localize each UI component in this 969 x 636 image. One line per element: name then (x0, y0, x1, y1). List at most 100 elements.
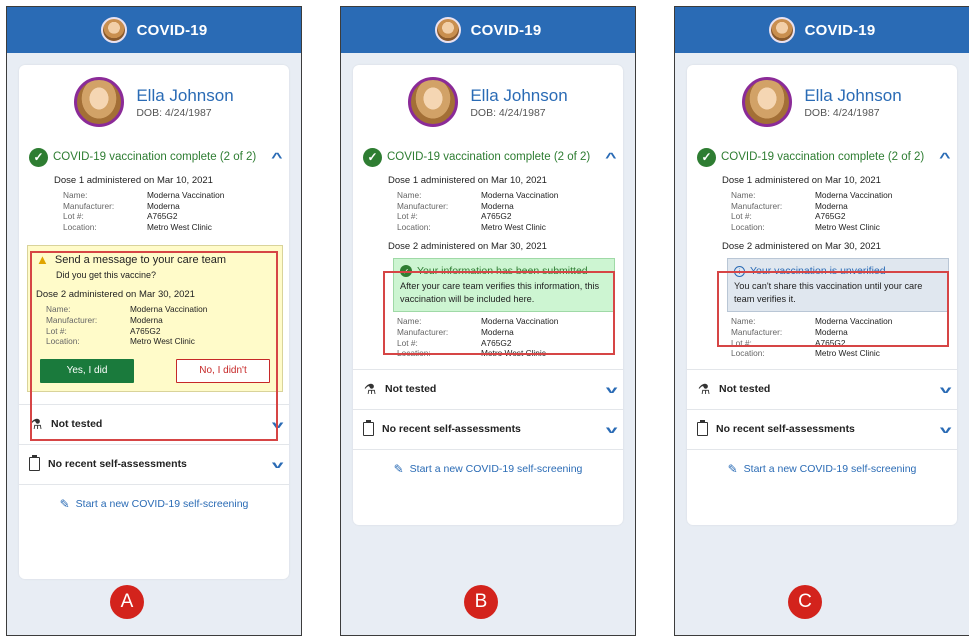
chevron-up-icon[interactable]: ^ (272, 150, 283, 165)
chevron-down-icon[interactable]: v (606, 383, 618, 395)
patient-dob: DOB: 4/24/1987 (136, 106, 212, 119)
vaccination-status: COVID-19 vaccination complete (2 of 2) (53, 151, 257, 163)
field-label: Lot #: (397, 211, 418, 222)
field-label: Name: (63, 190, 88, 200)
field-label: Lot #: (63, 211, 84, 222)
field-label: Name: (731, 190, 756, 200)
patient-name: Ella Johnson (470, 85, 568, 105)
patient-name: Ella Johnson (136, 85, 234, 105)
highlight-frame (717, 271, 949, 347)
vaccination-header[interactable]: ✓ COVID-19 vaccination complete (2 of 2)… (353, 129, 623, 169)
field-value: Moderna Vaccination (481, 190, 559, 200)
dose1-title: Dose 1 administered on Mar 10, 2021 (722, 175, 881, 186)
dose1-details: Name: Moderna Vaccination Manufacturer: Mo… (687, 190, 957, 232)
self-assessment-row[interactable]: No recent self-assessments v (19, 443, 289, 484)
self-assessment-row[interactable]: No recent self-assessments v (353, 408, 623, 449)
chevron-down-icon[interactable]: v (606, 423, 618, 435)
self-screening-label: Start a new COVID-19 self-screening (743, 463, 917, 476)
clipboard-icon (697, 420, 708, 437)
chevron-up-icon[interactable]: ^ (940, 150, 951, 165)
field-label: Location: (63, 221, 97, 232)
app-title: COVID-19 (804, 21, 876, 39)
not-tested-row[interactable]: ⚗ Not tested v (353, 368, 623, 409)
not-tested-label: Not tested (719, 383, 771, 396)
dose2-title: Dose 2 administered on Mar 30, 2021 (388, 241, 547, 253)
field-label: Lot #: (731, 211, 752, 222)
app-header: COVID-19 (341, 7, 635, 53)
dose1-title: Dose 1 administered on Mar 10, 2021 (388, 175, 547, 186)
header-avatar[interactable] (434, 17, 461, 43)
field-value: Moderna (481, 200, 514, 211)
field-value: Metro West Clinic (815, 221, 880, 232)
field-value: Metro West Clinic (815, 348, 880, 359)
panel-badge: A (110, 585, 144, 619)
clipboard-icon (29, 455, 40, 472)
check-circle-icon: ✓ (29, 147, 48, 167)
flask-icon: ⚗ (363, 380, 377, 397)
field-value: A765G2 (481, 211, 512, 222)
self-assessment-label: No recent self-assessments (716, 423, 855, 436)
profile: Ella Johnson DOB: 4/24/1987 (19, 65, 289, 129)
chevron-up-icon[interactable]: ^ (606, 150, 617, 165)
not-tested-row[interactable]: ⚗ Not tested v (687, 368, 957, 409)
clipboard-icon (363, 420, 374, 437)
dose2-title: Dose 2 administered on Mar 30, 2021 (722, 241, 881, 253)
field-label: Location: (731, 348, 765, 359)
highlight-frame (30, 251, 278, 441)
self-assessment-row[interactable]: No recent self-assessments v (687, 408, 957, 449)
patient-dob: DOB: 4/24/1987 (470, 106, 546, 119)
field-label: Manufacturer: (397, 200, 449, 211)
app-header: COVID-19 (7, 7, 301, 53)
chevron-down-icon[interactable]: v (940, 383, 952, 395)
vaccination-header[interactable]: ✓ COVID-19 vaccination complete (2 of 2)… (19, 129, 289, 169)
dose1-details: Name: Moderna Vaccination Manufacturer: Mo… (19, 190, 289, 232)
self-assessment-label: No recent self-assessments (48, 458, 187, 471)
check-circle-icon: ✓ (363, 147, 382, 167)
avatar (74, 77, 125, 127)
dose1-details: Name: Moderna Vaccination Manufacturer: Mo… (353, 190, 623, 232)
field-label: Name: (397, 190, 422, 200)
chevron-down-icon[interactable]: v (272, 458, 284, 470)
app-title: COVID-19 (470, 21, 542, 39)
field-value: Moderna Vaccination (147, 190, 225, 200)
field-value: Metro West Clinic (481, 221, 546, 232)
field-value: A765G2 (147, 211, 178, 222)
app-header: COVID-19 (675, 7, 969, 53)
avatar (408, 77, 459, 127)
not-tested-label: Not tested (385, 383, 437, 396)
edit-form-icon: ✎ (59, 497, 70, 512)
field-value: A765G2 (815, 211, 846, 222)
field-value: Moderna (147, 200, 180, 211)
dose1-title: Dose 1 administered on Mar 10, 2021 (54, 175, 213, 186)
avatar (742, 77, 793, 127)
self-screening-link[interactable]: ✎ Start a new COVID-19 self-screening (353, 448, 623, 489)
field-label: Location: (397, 221, 431, 232)
field-value: Metro West Clinic (147, 221, 212, 232)
panel-badge: C (788, 585, 822, 619)
profile: Ella Johnson DOB: 4/24/1987 (687, 65, 957, 129)
vaccination-status: COVID-19 vaccination complete (2 of 2) (721, 151, 925, 163)
phone-panel-a: COVID-19 Ella Johnson DOB: 4/24/1987 ✓ C… (6, 6, 302, 636)
panel-badge: B (464, 585, 498, 619)
app-title: COVID-19 (136, 21, 208, 39)
edit-form-icon: ✎ (727, 462, 738, 477)
flask-icon: ⚗ (697, 380, 711, 397)
patient-name: Ella Johnson (804, 85, 902, 105)
check-circle-icon: ✓ (697, 147, 716, 167)
self-screening-label: Start a new COVID-19 self-screening (75, 498, 249, 511)
field-value: Moderna (815, 200, 848, 211)
profile: Ella Johnson DOB: 4/24/1987 (353, 65, 623, 129)
edit-form-icon: ✎ (393, 462, 404, 477)
header-avatar[interactable] (768, 17, 795, 43)
self-screening-link[interactable]: ✎ Start a new COVID-19 self-screening (687, 448, 957, 489)
self-screening-link[interactable]: ✎ Start a new COVID-19 self-screening (19, 483, 289, 524)
vaccination-header[interactable]: ✓ COVID-19 vaccination complete (2 of 2)… (687, 129, 957, 169)
vaccination-status: COVID-19 vaccination complete (2 of 2) (387, 151, 591, 163)
chevron-down-icon[interactable]: v (940, 423, 952, 435)
patient-dob: DOB: 4/24/1987 (804, 106, 880, 119)
header-avatar[interactable] (100, 17, 127, 43)
field-label: Manufacturer: (731, 200, 783, 211)
highlight-frame (383, 271, 615, 355)
phone-panel-b: COVID-19 Ella Johnson DOB: 4/24/1987 ✓ C… (340, 6, 636, 636)
field-value: Moderna Vaccination (815, 190, 893, 200)
